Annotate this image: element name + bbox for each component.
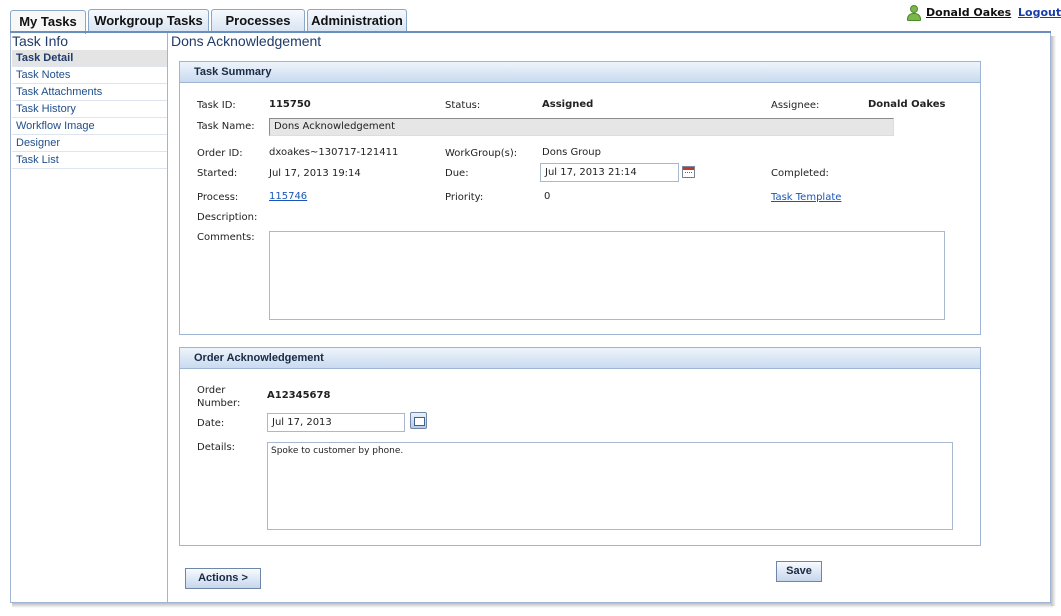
- description-label: Description:: [197, 212, 258, 223]
- user-name-link[interactable]: Donald Oakes: [926, 6, 1011, 19]
- task-id-label: Task ID:: [197, 100, 236, 111]
- order-id-value: dxoakes~130717-121411: [269, 147, 399, 158]
- sidebar-item-task-list[interactable]: Task List: [12, 152, 167, 169]
- assignee-label: Assignee:: [771, 100, 820, 111]
- tab-processes[interactable]: Processes: [211, 9, 305, 31]
- user-icon: [907, 5, 921, 21]
- sidebar-list: Task Detail Task Notes Task Attachments …: [12, 50, 167, 169]
- order-number-label-line1: Order: [197, 385, 226, 396]
- comments-label: Comments:: [197, 232, 255, 243]
- task-name-label: Task Name:: [197, 121, 255, 132]
- workgroups-value: Dons Group: [542, 147, 601, 158]
- actions-button[interactable]: Actions >: [185, 568, 261, 589]
- sidebar-title: Task Info: [12, 33, 69, 49]
- priority-value: 0: [544, 191, 551, 202]
- due-label: Due:: [445, 168, 469, 179]
- process-link[interactable]: 115746: [269, 191, 307, 202]
- started-value: Jul 17, 2013 19:14: [269, 168, 361, 179]
- user-area: Donald Oakes Logout: [907, 5, 1061, 23]
- page-title: Dons Acknowledgement: [171, 33, 322, 49]
- sidebar-item-task-notes[interactable]: Task Notes: [12, 67, 167, 84]
- tab-administration[interactable]: Administration: [307, 9, 407, 31]
- started-label: Started:: [197, 168, 238, 179]
- frame-shadow-bottom: [12, 603, 1053, 608]
- frame-shadow-right: [1051, 36, 1056, 606]
- comments-textarea[interactable]: [269, 231, 945, 320]
- priority-label: Priority:: [445, 192, 484, 203]
- sidebar-item-task-history[interactable]: Task History: [12, 101, 167, 118]
- sidebar-item-designer[interactable]: Designer: [12, 135, 167, 152]
- assignee-value: Donald Oakes: [868, 99, 946, 110]
- process-label: Process:: [197, 192, 239, 203]
- task-template-link[interactable]: Task Template: [771, 192, 841, 203]
- status-value: Assigned: [542, 99, 594, 110]
- status-label: Status:: [445, 100, 481, 111]
- date-picker-icon[interactable]: [410, 412, 427, 429]
- details-label: Details:: [197, 442, 236, 453]
- order-number-label-line2: Number:: [197, 398, 241, 409]
- tab-workgroup-tasks[interactable]: Workgroup Tasks: [88, 9, 209, 31]
- task-info-sidebar: Task Info Task Detail Task Notes Task At…: [10, 33, 168, 603]
- workgroups-label: WorkGroup(s):: [445, 148, 518, 159]
- date-input[interactable]: Jul 17, 2013: [267, 413, 405, 432]
- sidebar-item-task-detail[interactable]: Task Detail: [12, 50, 167, 67]
- order-acknowledgement-heading: Order Acknowledgement: [180, 348, 980, 369]
- due-date-input[interactable]: Jul 17, 2013 21:14: [540, 163, 679, 182]
- order-acknowledgement-panel: Order Acknowledgement Order Number: A123…: [179, 347, 981, 546]
- logout-link[interactable]: Logout: [1018, 6, 1061, 19]
- order-id-label: Order ID:: [197, 148, 243, 159]
- save-button[interactable]: Save: [776, 561, 822, 582]
- details-textarea[interactable]: Spoke to customer by phone.: [267, 442, 953, 530]
- calendar-icon[interactable]: [682, 166, 695, 178]
- task-id-value: 115750: [269, 99, 311, 110]
- task-summary-panel: Task Summary Task ID: 115750 Status: Ass…: [179, 61, 981, 335]
- sidebar-item-workflow-image[interactable]: Workflow Image: [12, 118, 167, 135]
- date-label: Date:: [197, 418, 225, 429]
- task-summary-heading: Task Summary: [180, 62, 980, 83]
- order-number-value: A12345678: [267, 390, 331, 401]
- completed-label: Completed:: [771, 168, 829, 179]
- sidebar-item-task-attachments[interactable]: Task Attachments: [12, 84, 167, 101]
- task-name-field: Dons Acknowledgement: [269, 118, 894, 136]
